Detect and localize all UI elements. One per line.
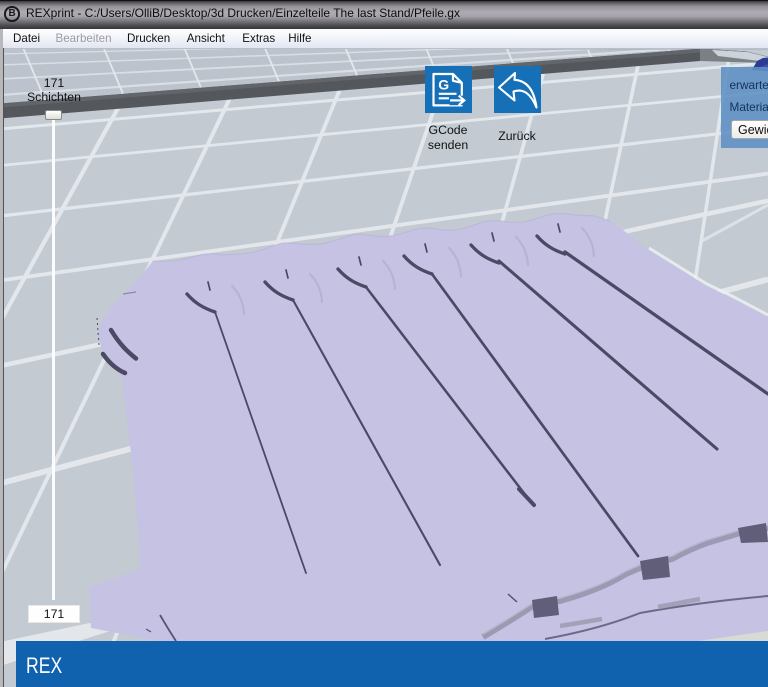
svg-text:G: G [438, 77, 449, 93]
